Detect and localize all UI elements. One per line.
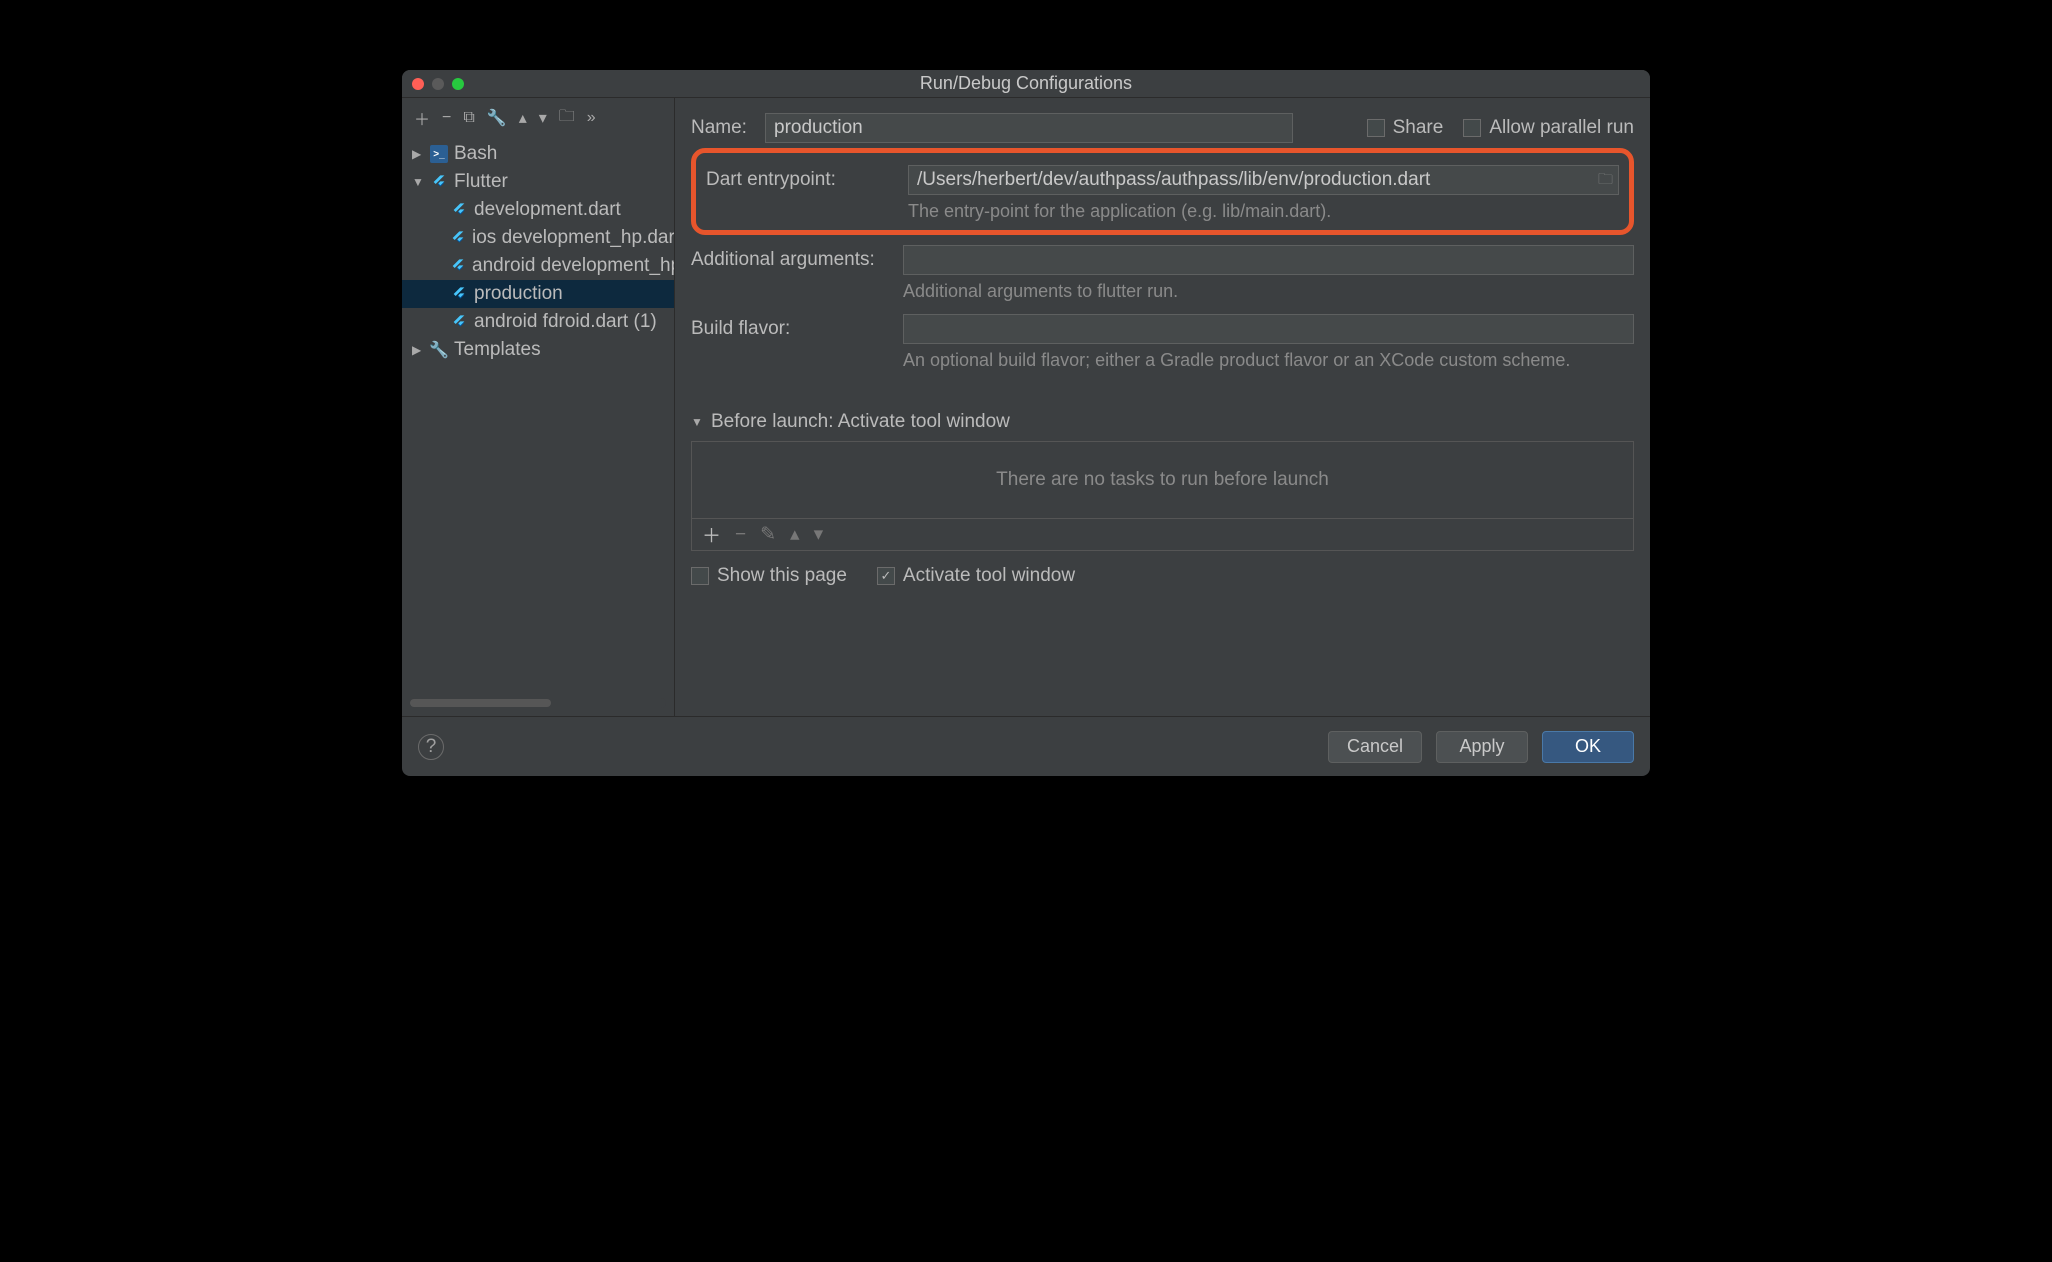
flavor-field-wrap <box>903 314 1634 344</box>
flutter-icon <box>450 313 468 331</box>
move-up-icon[interactable]: ▴ <box>519 108 527 128</box>
tree-label: Bash <box>454 143 497 165</box>
before-launch-toolbar: ＋ − ✎ ▴ ▾ <box>691 519 1634 551</box>
activate-tool-window-checkbox[interactable]: ✓ Activate tool window <box>877 565 1075 587</box>
flutter-icon <box>430 173 448 191</box>
remove-task-icon: − <box>735 524 746 546</box>
wrench-icon: 🔧 <box>430 341 448 359</box>
move-down-icon[interactable]: ▾ <box>539 108 547 128</box>
sidebar: ＋ − ⧉ 🔧 ▴ ▾ 🗀 » ▶ >_ Bash ▼ <box>402 98 675 716</box>
flutter-icon <box>450 229 466 247</box>
browse-folder-icon[interactable]: 🗀 <box>1598 169 1613 194</box>
entrypoint-highlight: Dart entrypoint: 🗀 The entry-point for t… <box>691 148 1634 235</box>
apply-button[interactable]: Apply <box>1436 731 1528 763</box>
args-field-wrap <box>903 245 1634 275</box>
args-hint: Additional arguments to flutter run. <box>903 281 1634 302</box>
tree-item-android-fdroid[interactable]: android fdroid.dart (1) <box>402 308 674 336</box>
flavor-input[interactable] <box>903 314 1634 344</box>
titlebar: Run/Debug Configurations <box>402 70 1650 98</box>
name-label: Name: <box>691 117 753 139</box>
tree-label: ios development_hp.dart <box>472 227 674 249</box>
tree-item-bash[interactable]: ▶ >_ Bash <box>402 140 674 168</box>
horizontal-scrollbar[interactable] <box>410 698 666 708</box>
args-label: Additional arguments: <box>691 249 891 271</box>
flavor-label: Build flavor: <box>691 318 891 340</box>
checkbox-icon <box>1463 119 1481 137</box>
scrollbar-thumb[interactable] <box>410 699 551 707</box>
main-panel: Name: Share Allow parallel run Dart entr… <box>675 98 1650 716</box>
copy-config-icon[interactable]: ⧉ <box>463 109 474 127</box>
before-launch-header[interactable]: ▼ Before launch: Activate tool window <box>691 411 1634 433</box>
flutter-icon <box>450 285 468 303</box>
tree-label: Flutter <box>454 171 508 193</box>
before-launch: ▼ Before launch: Activate tool window Th… <box>691 411 1634 587</box>
tree-label: Templates <box>454 339 541 361</box>
checkbox-icon <box>1367 119 1385 137</box>
show-page-checkbox[interactable]: Show this page <box>691 565 847 587</box>
wrench-icon[interactable]: 🔧 <box>487 108 507 128</box>
tree-item-flutter[interactable]: ▼ Flutter <box>402 168 674 196</box>
args-input[interactable] <box>903 245 1634 275</box>
before-launch-tasks: There are no tasks to run before launch <box>691 441 1634 519</box>
entrypoint-hint: The entry-point for the application (e.g… <box>908 201 1619 222</box>
parallel-label: Allow parallel run <box>1489 117 1634 139</box>
move-task-down-icon: ▾ <box>814 523 824 546</box>
checkbox-icon <box>691 567 709 585</box>
dialog-body: ＋ − ⧉ 🔧 ▴ ▾ 🗀 » ▶ >_ Bash ▼ <box>402 98 1650 716</box>
window-title: Run/Debug Configurations <box>402 73 1650 94</box>
parallel-run-checkbox[interactable]: Allow parallel run <box>1463 117 1634 139</box>
flutter-icon <box>450 201 468 219</box>
before-launch-empty: There are no tasks to run before launch <box>996 469 1329 491</box>
tree-item-production[interactable]: production <box>402 280 674 308</box>
bash-icon: >_ <box>430 145 448 163</box>
entrypoint-input[interactable] <box>908 165 1619 195</box>
tree-label: development.dart <box>474 199 621 221</box>
help-button[interactable]: ? <box>418 734 444 760</box>
edit-task-icon: ✎ <box>760 523 776 546</box>
entrypoint-field-wrap: 🗀 <box>908 165 1619 195</box>
chevron-down-icon: ▼ <box>412 175 424 189</box>
tree-label: android development_hp.dart <box>472 255 674 277</box>
checkbox-checked-icon: ✓ <box>877 567 895 585</box>
entrypoint-label: Dart entrypoint: <box>706 169 896 191</box>
config-tree: ▶ >_ Bash ▼ Flutter development.dart <box>402 138 674 694</box>
tree-item-ios-dev-hp[interactable]: ios development_hp.dart <box>402 224 674 252</box>
share-checkbox[interactable]: Share <box>1367 117 1444 139</box>
tree-label: production <box>474 283 563 305</box>
cancel-button[interactable]: Cancel <box>1328 731 1422 763</box>
args-row: Additional arguments: <box>691 245 1634 275</box>
top-checks: Share Allow parallel run <box>1367 117 1634 139</box>
name-input[interactable] <box>765 113 1293 143</box>
sidebar-toolbar: ＋ − ⧉ 🔧 ▴ ▾ 🗀 » <box>402 98 674 138</box>
tree-item-android-dev-hp[interactable]: android development_hp.dart <box>402 252 674 280</box>
tree-item-templates[interactable]: ▶ 🔧 Templates <box>402 336 674 364</box>
dialog-window: Run/Debug Configurations ＋ − ⧉ 🔧 ▴ ▾ 🗀 »… <box>402 70 1650 776</box>
ok-button[interactable]: OK <box>1542 731 1634 763</box>
move-task-up-icon: ▴ <box>790 523 800 546</box>
add-task-icon[interactable]: ＋ <box>702 521 721 548</box>
dialog-footer: ? Cancel Apply OK <box>402 716 1650 776</box>
folder-add-icon[interactable]: 🗀 <box>559 105 575 132</box>
remove-config-icon[interactable]: − <box>442 109 451 127</box>
activate-label: Activate tool window <box>903 565 1075 587</box>
share-label: Share <box>1393 117 1444 139</box>
more-icon[interactable]: » <box>587 109 596 127</box>
flavor-row: Build flavor: <box>691 314 1634 344</box>
show-page-label: Show this page <box>717 565 847 587</box>
chevron-right-icon: ▶ <box>412 147 424 161</box>
add-config-icon[interactable]: ＋ <box>414 106 430 130</box>
name-row: Name: Share Allow parallel run <box>691 108 1634 148</box>
flavor-hint: An optional build flavor; either a Gradl… <box>903 350 1634 371</box>
tree-label: android fdroid.dart (1) <box>474 311 657 333</box>
before-launch-checks: Show this page ✓ Activate tool window <box>691 565 1634 587</box>
tree-item-development[interactable]: development.dart <box>402 196 674 224</box>
chevron-right-icon: ▶ <box>412 343 424 357</box>
flutter-icon <box>450 257 466 275</box>
entrypoint-row: Dart entrypoint: 🗀 <box>706 165 1619 195</box>
before-launch-title: Before launch: Activate tool window <box>711 411 1010 433</box>
chevron-down-icon: ▼ <box>691 415 703 429</box>
